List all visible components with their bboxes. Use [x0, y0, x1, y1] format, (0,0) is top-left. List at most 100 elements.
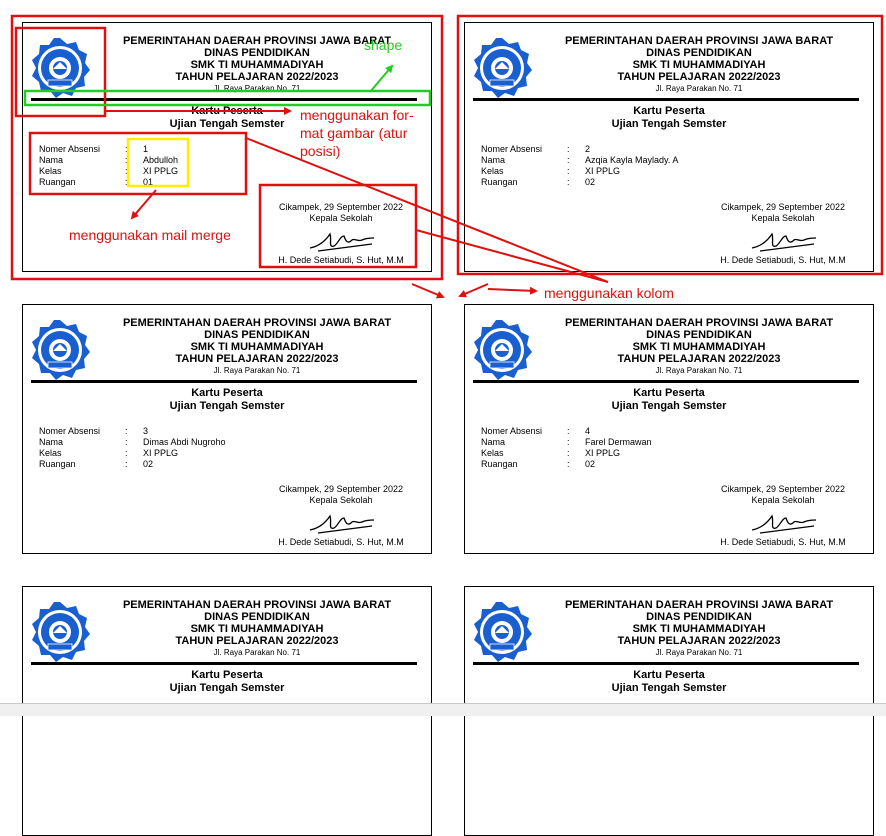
signature-icon — [309, 232, 375, 252]
place-date: Cikampek, 29 September 2022 — [278, 202, 404, 212]
annotation-label-format-gambar: menggunakan for- mat gambar (atur posisi… — [300, 106, 414, 160]
participant-fields: Nomer Absensi: 2 Nama: Azqia Kayla Maylady… — [481, 144, 678, 188]
participant-fields: Nomer Absensi: 1 Nama: Abdulloh Kelas: XI P… — [39, 144, 178, 188]
card-title-block: Kartu Peserta Ujian Tengah Semster — [465, 105, 873, 131]
field-value-nama: Abdulloh — [143, 155, 179, 165]
header-line: TAHUN PELAJARAN 2022/2023 — [617, 635, 781, 647]
address: Jl. Raya Parakan No. 71 — [655, 84, 743, 93]
signer-name: H. Dede Setiabudi, S. Hut, M.M — [720, 255, 846, 265]
arrow-kolom-5 — [487, 286, 538, 295]
field-row: Ruangan: 02 — [481, 177, 678, 188]
field-row: Nama: Dimas Abdi Nugroho — [39, 437, 226, 448]
field-row: Kelas: XI PPLG — [39, 166, 178, 177]
header-line: PEMERINTAHAN DAERAH PROVINSI JAWA BARAT — [122, 599, 392, 611]
field-value-nama: Azqia Kayla Maylady. A — [585, 155, 679, 165]
field-row: Nomer Absensi: 1 — [39, 144, 178, 155]
header-line: TAHUN PELAJARAN 2022/2023 — [175, 635, 339, 647]
signer-position: Kepala Sekolah — [309, 213, 373, 223]
header-divider — [31, 662, 417, 665]
field-label: Nomer Absensi — [481, 426, 543, 436]
field-value-ruangan: 02 — [585, 177, 596, 187]
header-line: PEMERINTAHAN DAERAH PROVINSI JAWA BARAT — [564, 35, 834, 47]
place-date: Cikampek, 29 September 2022 — [278, 484, 404, 494]
field-label: Nomer Absensi — [39, 426, 101, 436]
card-title: Kartu Peserta — [191, 387, 263, 399]
header-divider — [473, 380, 859, 383]
header-divider — [31, 380, 417, 383]
field-value-nomer: 1 — [143, 144, 149, 154]
field-row: Kelas: XI PPLG — [481, 166, 678, 177]
field-value-nomer: 4 — [585, 426, 591, 436]
field-colon: : — [125, 448, 128, 458]
field-row: Ruangan: 02 — [481, 459, 652, 470]
participant-card-2: PEMERINTAHAN DAERAH PROVINSI JAWA BARAT … — [464, 22, 874, 272]
field-label: Ruangan — [481, 459, 518, 469]
annotation-line: menggunakan for- — [300, 107, 414, 123]
header-line: TAHUN PELAJARAN 2022/2023 — [617, 353, 781, 365]
header-line: SMK TI MUHAMMADIYAH — [190, 59, 324, 71]
annotation-label-shape: shape — [364, 37, 403, 53]
field-colon: : — [567, 144, 570, 154]
field-row: Kelas: XI PPLG — [481, 448, 652, 459]
field-colon: : — [125, 437, 128, 447]
field-value-nomer: 3 — [143, 426, 149, 436]
participant-fields: Nomer Absensi: 4 Nama: Farel Dermawan Kela… — [481, 426, 652, 470]
field-colon: : — [567, 426, 570, 436]
header-line: SMK TI MUHAMMADIYAH — [190, 341, 324, 353]
field-colon: : — [567, 177, 570, 187]
field-label: Nama — [39, 155, 64, 165]
annotation-line: mat gambar (atur — [300, 125, 408, 141]
header-line: TAHUN PELAJARAN 2022/2023 — [175, 353, 339, 365]
field-colon: : — [567, 155, 570, 165]
participant-card-4: PEMERINTAHAN DAERAH PROVINSI JAWA BARAT … — [464, 304, 874, 554]
annotation-label-mail-merge: menggunakan mail merge — [69, 227, 231, 243]
field-row: Nama: Azqia Kayla Maylady. A — [481, 155, 678, 166]
field-value-kelas: XI PPLG — [585, 166, 621, 176]
signature-icon — [751, 232, 817, 252]
signature-block: Cikampek, 29 September 2022 Kepala Sekol… — [271, 202, 411, 266]
field-row: Nama: Abdulloh — [39, 155, 178, 166]
annotation-label-kolom: menggunakan kolom — [544, 285, 674, 301]
annotation-line: posisi) — [300, 143, 341, 159]
signer-name: H. Dede Setiabudi, S. Hut, M.M — [278, 537, 404, 547]
letterhead: PEMERINTAHAN DAERAH PROVINSI JAWA BARAT … — [525, 317, 873, 376]
header-line: PEMERINTAHAN DAERAH PROVINSI JAWA BARAT — [122, 317, 392, 329]
header-divider — [473, 662, 859, 665]
field-row: Nomer Absensi: 2 — [481, 144, 678, 155]
field-value-ruangan: 02 — [585, 459, 596, 469]
header-line: DINAS PENDIDIKAN — [204, 329, 310, 341]
card-title-block: Kartu Peserta Ujian Tengah Semster — [23, 387, 431, 413]
field-colon: : — [567, 437, 570, 447]
signature-block: Cikampek, 29 September 2022 Kepala Sekol… — [271, 484, 411, 548]
field-value-kelas: XI PPLG — [143, 448, 179, 458]
field-row: Ruangan: 02 — [39, 459, 226, 470]
header-divider — [31, 98, 417, 101]
signature-block: Cikampek, 29 September 2022 Kepala Sekol… — [713, 484, 853, 548]
field-value-kelas: XI PPLG — [585, 448, 621, 458]
letterhead: PEMERINTAHAN DAERAH PROVINSI JAWA BARAT … — [525, 599, 873, 658]
signer-name: H. Dede Setiabudi, S. Hut, M.M — [720, 537, 846, 547]
card-title: Kartu Peserta — [633, 387, 705, 399]
field-label: Ruangan — [39, 177, 76, 187]
header-line: SMK TI MUHAMMADIYAH — [632, 623, 766, 635]
field-colon: : — [567, 448, 570, 458]
field-value-nomer: 2 — [585, 144, 591, 154]
address: Jl. Raya Parakan No. 71 — [213, 648, 301, 657]
header-line: PEMERINTAHAN DAERAH PROVINSI JAWA BARAT — [564, 599, 834, 611]
field-label: Ruangan — [39, 459, 76, 469]
header-line: PEMERINTAHAN DAERAH PROVINSI JAWA BARAT — [564, 317, 834, 329]
letterhead: PEMERINTAHAN DAERAH PROVINSI JAWA BARAT … — [525, 35, 873, 94]
field-label: Kelas — [481, 448, 504, 458]
field-colon: : — [125, 166, 128, 176]
field-label: Nomer Absensi — [481, 144, 543, 154]
signature-icon — [751, 514, 817, 534]
signature-icon — [309, 514, 375, 534]
window-bottom-edge — [0, 703, 886, 716]
field-value-nama: Dimas Abdi Nugroho — [143, 437, 226, 447]
card-title: Kartu Peserta — [633, 669, 705, 681]
field-label: Nama — [481, 437, 506, 447]
header-line: TAHUN PELAJARAN 2022/2023 — [175, 71, 339, 83]
field-label: Ruangan — [481, 177, 518, 187]
field-row: Nomer Absensi: 3 — [39, 426, 226, 437]
field-colon: : — [567, 459, 570, 469]
